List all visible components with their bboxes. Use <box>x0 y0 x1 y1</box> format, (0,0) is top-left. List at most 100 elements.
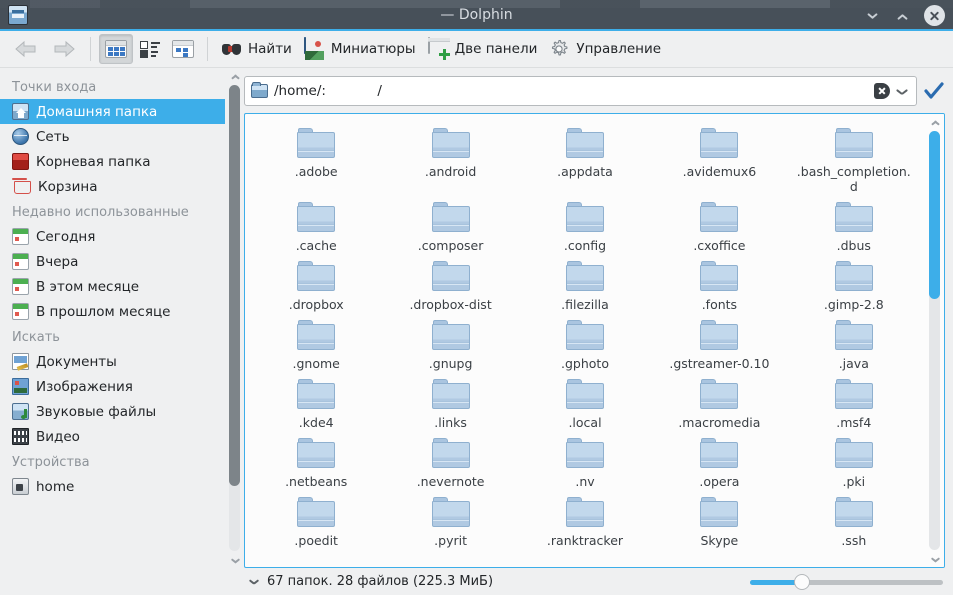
folder-icon <box>700 497 738 528</box>
sidebar-item-2-g2[interactable]: Вчера <box>0 249 244 274</box>
file-item[interactable]: .nevernote <box>383 432 517 489</box>
file-item[interactable]: .poedit <box>249 491 383 548</box>
file-name: .gstreamer-0.10 <box>669 356 769 371</box>
sidebar-scroll-track[interactable] <box>229 85 240 551</box>
file-item[interactable]: .java <box>787 314 921 371</box>
file-item[interactable]: .ranktracker <box>518 491 652 548</box>
file-name: .pyrit <box>434 533 467 548</box>
sidebar-item-label: В прошлом месяце <box>36 304 170 320</box>
zoom-slider-handle[interactable] <box>794 574 810 590</box>
sidebar-item-1-g2[interactable]: Сегодня <box>0 224 244 249</box>
clear-icon[interactable] <box>874 83 890 99</box>
sidebar-item-2-g1[interactable]: Сеть <box>0 124 244 149</box>
sidebar-item-4-g3[interactable]: Видео <box>0 424 244 449</box>
images-icon <box>12 378 29 395</box>
file-item[interactable]: .ssh <box>787 491 921 548</box>
sidebar-item-4-g1[interactable]: Корзина <box>0 174 244 199</box>
file-scroll-down-button[interactable] <box>925 552 944 567</box>
file-item[interactable]: .kde4 <box>249 373 383 430</box>
back-button[interactable] <box>8 34 44 64</box>
sidebar-scroll-up-button[interactable] <box>225 68 244 83</box>
split-view-button[interactable]: Две панели <box>423 34 543 64</box>
file-item[interactable]: .pyrit <box>383 491 517 548</box>
sidebar-item-3-g3[interactable]: Звуковые файлы <box>0 399 244 424</box>
close-button[interactable] <box>924 5 945 26</box>
sidebar-scroll-thumb[interactable] <box>229 85 240 486</box>
folder-icon <box>297 320 335 351</box>
file-item[interactable]: .cache <box>249 196 383 253</box>
folder-icon <box>297 379 335 410</box>
file-item[interactable]: .avidemux6 <box>652 122 786 194</box>
file-item[interactable]: .fonts <box>652 255 786 312</box>
file-item[interactable]: .filezilla <box>518 255 652 312</box>
folder-icon <box>566 261 604 292</box>
sidebar-item-1-g3[interactable]: Документы <box>0 349 244 374</box>
file-item[interactable]: .msf4 <box>787 373 921 430</box>
sidebar-item-3-g1[interactable]: Корневая папка <box>0 149 244 174</box>
maximize-button[interactable] <box>894 7 912 25</box>
file-item[interactable]: Skype <box>652 491 786 548</box>
control-menu-button[interactable]: Управление <box>544 34 666 64</box>
zoom-slider[interactable] <box>750 574 943 590</box>
file-item[interactable]: .composer <box>383 196 517 253</box>
file-item[interactable]: .nv <box>518 432 652 489</box>
file-item[interactable]: .gnome <box>249 314 383 371</box>
main-toolbar: Найти Миниатюры Две панели Управление <box>0 31 953 68</box>
file-item[interactable]: .links <box>383 373 517 430</box>
sidebar-scrollbar[interactable] <box>225 68 244 568</box>
forward-button[interactable] <box>46 34 82 64</box>
file-item[interactable]: .macromedia <box>652 373 786 430</box>
file-scroll-track[interactable] <box>929 131 940 550</box>
file-item[interactable]: .gstreamer-0.10 <box>652 314 786 371</box>
folder-icon <box>432 379 470 410</box>
sidebar-item-1-g4[interactable]: home <box>0 474 244 499</box>
file-item[interactable]: .dropbox-dist <box>383 255 517 312</box>
chevron-down-icon[interactable] <box>249 575 262 588</box>
sidebar-item-1-g1[interactable]: Домашняя папка <box>0 99 244 124</box>
file-item[interactable]: .local <box>518 373 652 430</box>
folder-icon <box>700 438 738 469</box>
file-item[interactable]: .config <box>518 196 652 253</box>
file-item[interactable]: .gnupg <box>383 314 517 371</box>
file-item[interactable]: .bash_completion.d <box>787 122 921 194</box>
file-item[interactable]: .opera <box>652 432 786 489</box>
file-item[interactable]: .appdata <box>518 122 652 194</box>
file-name: .macromedia <box>678 415 760 430</box>
sidebar-scroll-down-button[interactable] <box>225 553 244 568</box>
file-item[interactable]: .pki <box>787 432 921 489</box>
file-name: .nv <box>575 474 594 489</box>
file-item[interactable]: .dbus <box>787 196 921 253</box>
minimize-button[interactable] <box>864 7 882 25</box>
sidebar-item-3-g2[interactable]: В этом месяце <box>0 274 244 299</box>
file-item[interactable]: .cxoffice <box>652 196 786 253</box>
folder-icon <box>297 261 335 292</box>
thumbnails-button[interactable]: Миниатюры <box>299 34 421 64</box>
file-name: .msf4 <box>836 415 871 430</box>
file-scroll-up-button[interactable] <box>925 114 944 129</box>
file-scroll-thumb[interactable] <box>929 131 940 299</box>
file-item[interactable]: .gimp-2.8 <box>787 255 921 312</box>
view-mode-details-button[interactable] <box>167 34 199 64</box>
file-item[interactable]: .dropbox <box>249 255 383 312</box>
view-mode-icons-button[interactable] <box>99 34 133 64</box>
file-item[interactable]: .adobe <box>249 122 383 194</box>
sidebar-item-4-g2[interactable]: В прошлом месяце <box>0 299 244 324</box>
chevron-down-icon[interactable] <box>896 84 910 98</box>
folder-icon <box>700 261 738 292</box>
chevron-down-icon <box>867 12 877 22</box>
view-mode-compact-button[interactable] <box>135 34 165 64</box>
find-button[interactable]: Найти <box>216 34 297 64</box>
folder-icon <box>835 128 873 159</box>
file-item[interactable]: .android <box>383 122 517 194</box>
file-item[interactable]: .gphoto <box>518 314 652 371</box>
chevron-up-icon <box>897 12 907 22</box>
file-name: .kde4 <box>299 415 334 430</box>
confirm-path-button[interactable] <box>923 80 945 102</box>
url-navigator-bar: /home/: / <box>244 76 945 106</box>
url-input[interactable]: /home/: / <box>244 76 917 106</box>
file-item[interactable]: .netbeans <box>249 432 383 489</box>
gear-icon <box>549 39 571 59</box>
sidebar-item-2-g3[interactable]: Изображения <box>0 374 244 399</box>
window-title: — Dolphin <box>0 7 953 23</box>
file-view-scrollbar[interactable] <box>925 114 944 567</box>
